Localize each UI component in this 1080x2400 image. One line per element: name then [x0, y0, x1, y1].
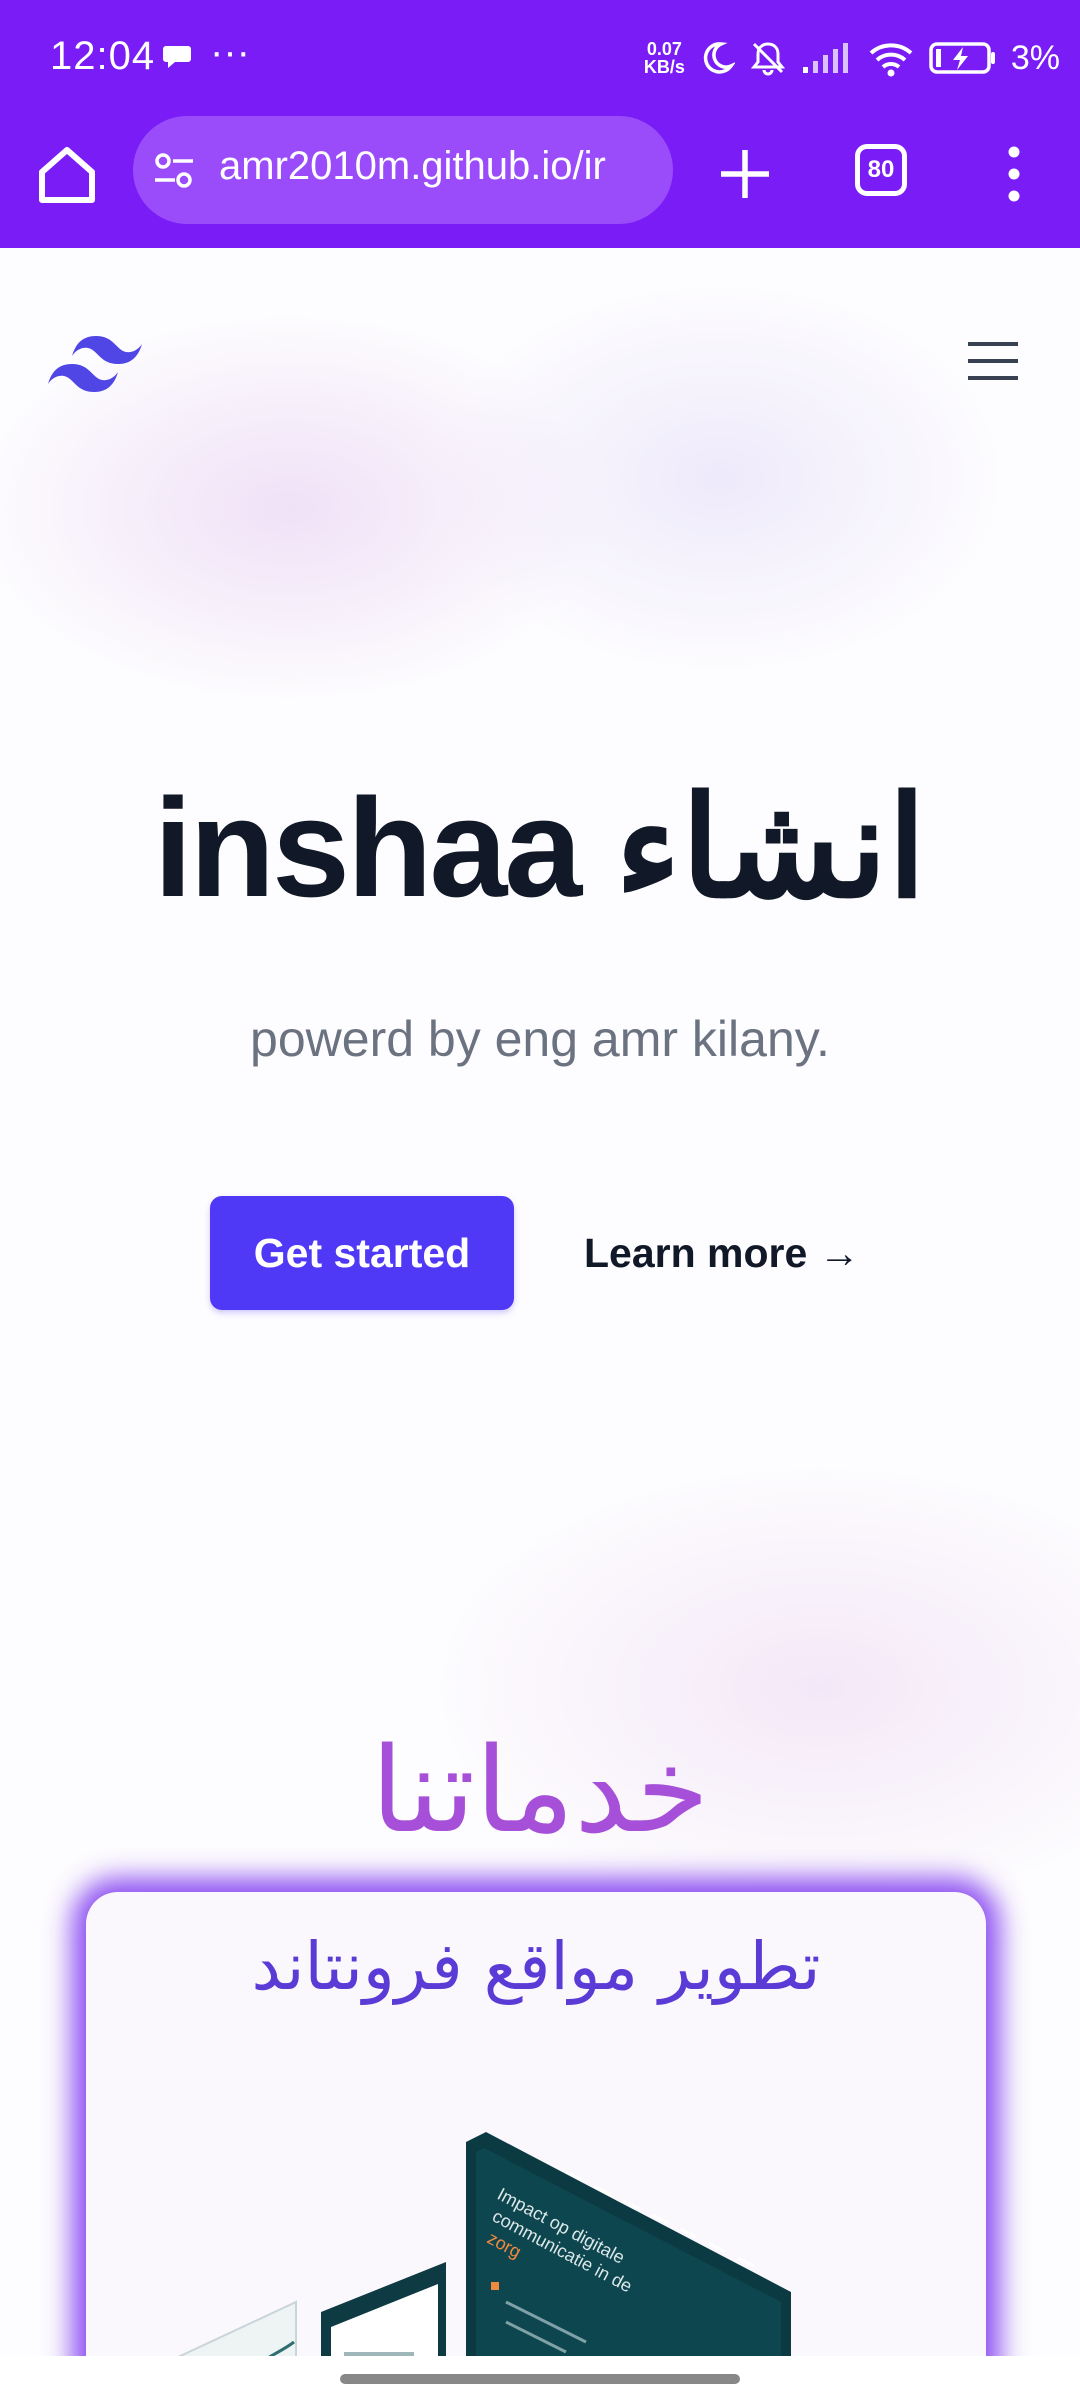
status-time: 12:04 [50, 34, 156, 78]
network-speed: 0.07 KB/s [644, 40, 685, 76]
chat-notification-icon [163, 46, 191, 68]
moon-icon [703, 42, 735, 74]
more-notifications-icon: ··· [210, 30, 250, 74]
home-indicator[interactable] [340, 2374, 740, 2384]
chart-screen-illustration [177, 2300, 297, 2356]
status-bar: 12:04 ··· 0.07 KB/s 3% [0, 0, 1080, 116]
tab-switcher-button[interactable]: 80 [855, 144, 907, 196]
battery-percent: 3% [1010, 38, 1060, 77]
service-card-title: تطوير مواقع فرونتاند [251, 1928, 821, 2005]
web-page: inshaa انشاء powerd by eng amr kilany. G… [0, 248, 1080, 2356]
website-mockup-illustration: Impact op digitale communicatie in de zo… [177, 2132, 791, 2356]
document-screen-illustration [321, 2262, 446, 2356]
overflow-menu-icon[interactable] [1000, 144, 1028, 204]
service-card[interactable]: تطوير مواقع فرونتاند Impact op digitale … [86, 1892, 986, 2356]
new-tab-icon[interactable] [715, 144, 775, 204]
tailwind-logo-icon[interactable] [44, 330, 148, 394]
signal-icon [802, 43, 848, 73]
battery-charging-icon [929, 42, 995, 74]
wifi-icon [869, 43, 913, 77]
services-heading: خدماتنا [370, 1721, 710, 1859]
learn-more-link[interactable]: Learn more → [584, 1196, 860, 1310]
home-icon[interactable] [36, 144, 98, 206]
network-speed-value: 0.07 [646, 39, 682, 59]
url-text[interactable]: amr2010m.github.io/ir [219, 144, 606, 189]
get-started-button[interactable]: Get started [210, 1196, 514, 1310]
status-icons: 0.07 KB/s 3% [644, 36, 1060, 80]
hero-subtitle: powerd by eng amr kilany. [250, 1011, 830, 1067]
hamburger-menu-icon[interactable] [966, 340, 1020, 382]
browser-toolbar: amr2010m.github.io/ir 80 [0, 116, 1080, 248]
main-screen-illustration: Impact op digitale communicatie in de zo… [466, 2132, 791, 2356]
bell-off-icon [750, 42, 785, 76]
network-speed-unit: KB/s [643, 57, 685, 77]
site-settings-icon[interactable] [153, 150, 195, 192]
browser-chrome: 12:04 ··· 0.07 KB/s 3% amr2010m.github.i… [0, 0, 1080, 248]
address-bar[interactable]: amr2010m.github.io/ir [133, 116, 673, 224]
hero-title: inshaa انشاء [153, 769, 930, 926]
